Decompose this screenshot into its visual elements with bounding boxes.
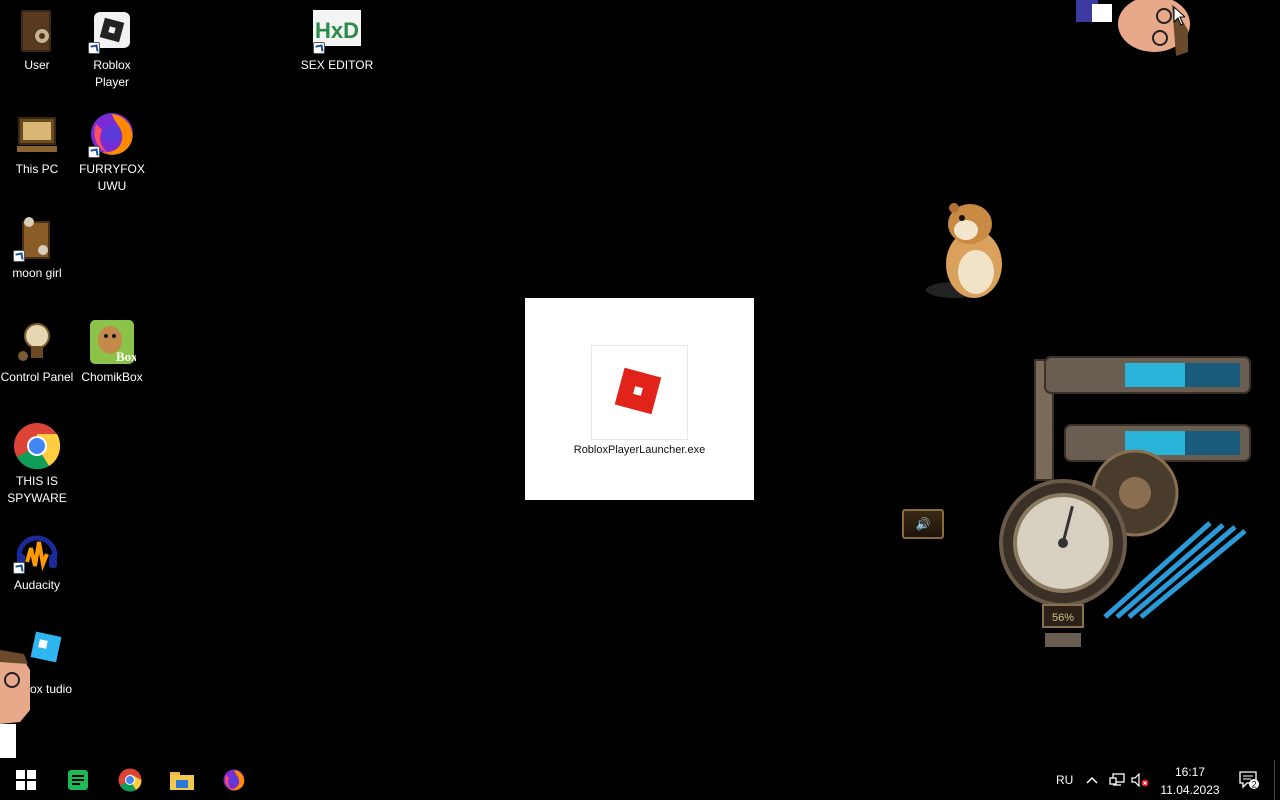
control-panel-icon [13, 318, 61, 366]
desktop-icon-roblox-player[interactable]: Roblox Player [75, 6, 149, 91]
desktop-icon-this-is-spyware[interactable]: THIS IS SPYWARE [0, 422, 74, 507]
desktop-icon-label: This PC [15, 162, 59, 176]
desktop-icon-label: THIS IS SPYWARE [7, 474, 67, 505]
hxd-badge: HxD [315, 18, 359, 43]
desktop-icon-chomikbox[interactable]: Box ChomikBox [75, 318, 149, 386]
hamster-desktop-pet[interactable] [924, 198, 1008, 302]
start-button[interactable] [0, 760, 52, 800]
file-explorer-icon [170, 772, 194, 790]
desktop-icon-label: moon girl [12, 266, 62, 280]
desktop-icon-this-pc[interactable]: This PC [0, 110, 74, 178]
clock-time: 16:17 [1174, 765, 1206, 779]
launcher-thumbnail [591, 345, 688, 440]
chevron-up-icon [1086, 776, 1098, 784]
launcher-filename: RobloxPlayerLauncher.exe [573, 444, 706, 456]
taskbar-clock[interactable]: 16:17 11.04.2023 [1152, 763, 1228, 799]
desktop: User This PC moon girl Control Panel THI… [0, 0, 1280, 760]
gauge-reading: 56% [1052, 612, 1074, 624]
taskbar-chrome[interactable] [104, 760, 156, 800]
green-app-icon [68, 770, 88, 790]
chrome-icon [13, 422, 61, 470]
speaker-icon: 🔊 [915, 517, 931, 531]
roblox-icon [88, 6, 136, 54]
desktop-icon-furryfox-uwu[interactable]: FURRYFOX UWU [75, 110, 149, 195]
volume-gadget[interactable]: 🔊 [902, 509, 944, 539]
steampunk-cpu-gadget[interactable]: 56% [995, 345, 1255, 650]
language-indicator[interactable]: RU [1056, 760, 1073, 800]
roblox-launcher-window[interactable]: RobloxPlayerLauncher.exe [525, 298, 754, 500]
desktop-icon-label: FURRYFOX UWU [79, 162, 145, 193]
desktop-icon-user[interactable]: User [0, 6, 74, 74]
firefox-icon [223, 769, 245, 791]
desktop-icon-label: Roblox Player [93, 58, 131, 89]
folder-icon [13, 214, 61, 262]
chomikbox-badge: Box [116, 349, 136, 364]
hxd-editor-icon: HxD [313, 6, 361, 54]
desktop-icon-control-panel[interactable]: Control Panel [0, 318, 74, 386]
user-folder-icon [13, 6, 61, 54]
computer-icon [13, 110, 61, 158]
action-center-button[interactable]: 2 [1236, 760, 1262, 800]
desktop-icon-label: User [24, 58, 50, 72]
desktop-icon-label: SEX EDITOR [300, 58, 374, 72]
desktop-icon-audacity[interactable]: Audacity [0, 526, 74, 594]
notification-icon: 2 [1239, 771, 1259, 790]
clock-date: 11.04.2023 [1160, 783, 1220, 797]
roblox-logo-icon [614, 367, 662, 415]
desktop-icon-sex-editor[interactable]: HxD SEX EDITOR [300, 6, 374, 74]
volume-muted-icon[interactable] [1131, 760, 1149, 800]
chrome-icon [118, 768, 142, 792]
taskbar-firefox[interactable] [208, 760, 260, 800]
taskbar: RU 16:17 11.04.2023 2 [0, 760, 1280, 800]
network-icon[interactable] [1109, 760, 1125, 800]
chomikbox-icon: Box [88, 318, 136, 366]
desktop-icon-label: ChomikBox [81, 370, 143, 384]
firefox-icon [88, 110, 136, 158]
notification-count: 2 [1251, 780, 1256, 790]
desktop-icon-moon-girl[interactable]: moon girl [0, 214, 74, 282]
taskbar-app-green[interactable] [52, 760, 104, 800]
desktop-icon-label: Audacity [13, 578, 61, 592]
show-desktop-button[interactable] [1274, 760, 1280, 800]
audacity-icon [13, 526, 61, 574]
mouse-cursor-icon [1173, 6, 1185, 26]
cartoon-character-overlay [0, 640, 36, 758]
show-hidden-icons-button[interactable] [1086, 760, 1098, 800]
taskbar-explorer[interactable] [156, 760, 208, 800]
windows-logo-icon [16, 770, 36, 790]
desktop-icon-label: Control Panel [0, 370, 74, 384]
